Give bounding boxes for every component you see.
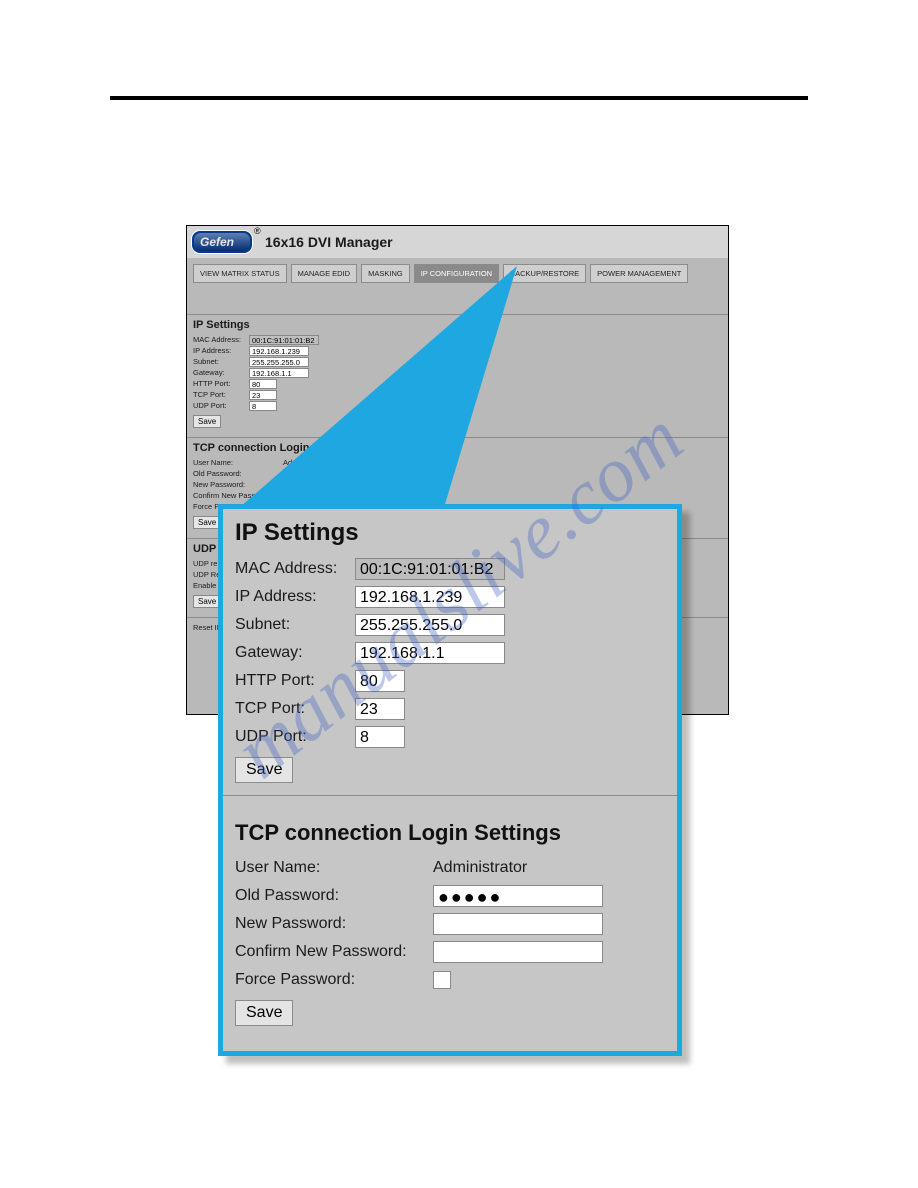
ip-settings-section: IP Settings MAC Address:00:1C:91:01:01:B… (223, 509, 677, 796)
gateway-input[interactable]: 192.168.1.1 (355, 642, 505, 664)
ip-input[interactable]: 192.168.1.239 (355, 586, 505, 608)
ip-settings-heading: IP Settings (235, 519, 665, 547)
tcp-input[interactable]: 23 (355, 698, 405, 720)
mac-input: 00:1C:91:01:01:B2 (355, 558, 505, 580)
tcp-save-button-small[interactable]: Save (193, 516, 221, 529)
brand-text: Gefen (200, 235, 234, 249)
username-value: Administrator (433, 859, 527, 877)
zoom-panel: IP Settings MAC Address:00:1C:91:01:01:B… (218, 504, 682, 1056)
ip-save-button-small[interactable]: Save (193, 415, 221, 428)
http-label: HTTP Port: (235, 672, 355, 690)
header-rule (110, 96, 808, 100)
udp-save-button-small[interactable]: Save (193, 595, 221, 608)
tcp-save-button[interactable]: Save (235, 1000, 293, 1026)
subnet-input[interactable]: 255.255.255.0 (355, 614, 505, 636)
udp-label: UDP Port: (235, 728, 355, 746)
confpw-input[interactable] (433, 941, 603, 963)
oldpw-input[interactable]: ●●●●● (433, 885, 603, 907)
mac-label: MAC Address: (235, 560, 355, 578)
forcepw-label: Force Password: (235, 971, 433, 989)
forcepw-checkbox[interactable] (433, 971, 451, 989)
gateway-label: Gateway: (235, 644, 355, 662)
registered-icon: ® (254, 226, 261, 236)
http-input[interactable]: 80 (355, 670, 405, 692)
oldpw-label: Old Password: (235, 887, 433, 905)
brand-logo: Gefen (191, 230, 253, 254)
newpw-label: New Password: (235, 915, 433, 933)
subnet-label: Subnet: (235, 616, 355, 634)
newpw-input[interactable] (433, 913, 603, 935)
ip-label: IP Address: (235, 588, 355, 606)
tab-power-management[interactable]: POWER MANAGEMENT (590, 264, 688, 283)
tcp-login-heading: TCP connection Login Settings (235, 820, 665, 846)
titlebar: Gefen ® 16x16 DVI Manager (187, 226, 728, 258)
tcp-login-section: TCP connection Login Settings User Name:… (223, 796, 677, 1038)
zoom-overlay: IP Settings MAC Address:00:1C:91:01:01:B… (218, 504, 682, 1056)
ip-save-button[interactable]: Save (235, 757, 293, 783)
username-label: User Name: (235, 859, 433, 877)
confpw-label: Confirm New Password: (235, 943, 433, 961)
app-title: 16x16 DVI Manager (265, 234, 393, 250)
udp-input[interactable]: 8 (355, 726, 405, 748)
tcp-label: TCP Port: (235, 700, 355, 718)
